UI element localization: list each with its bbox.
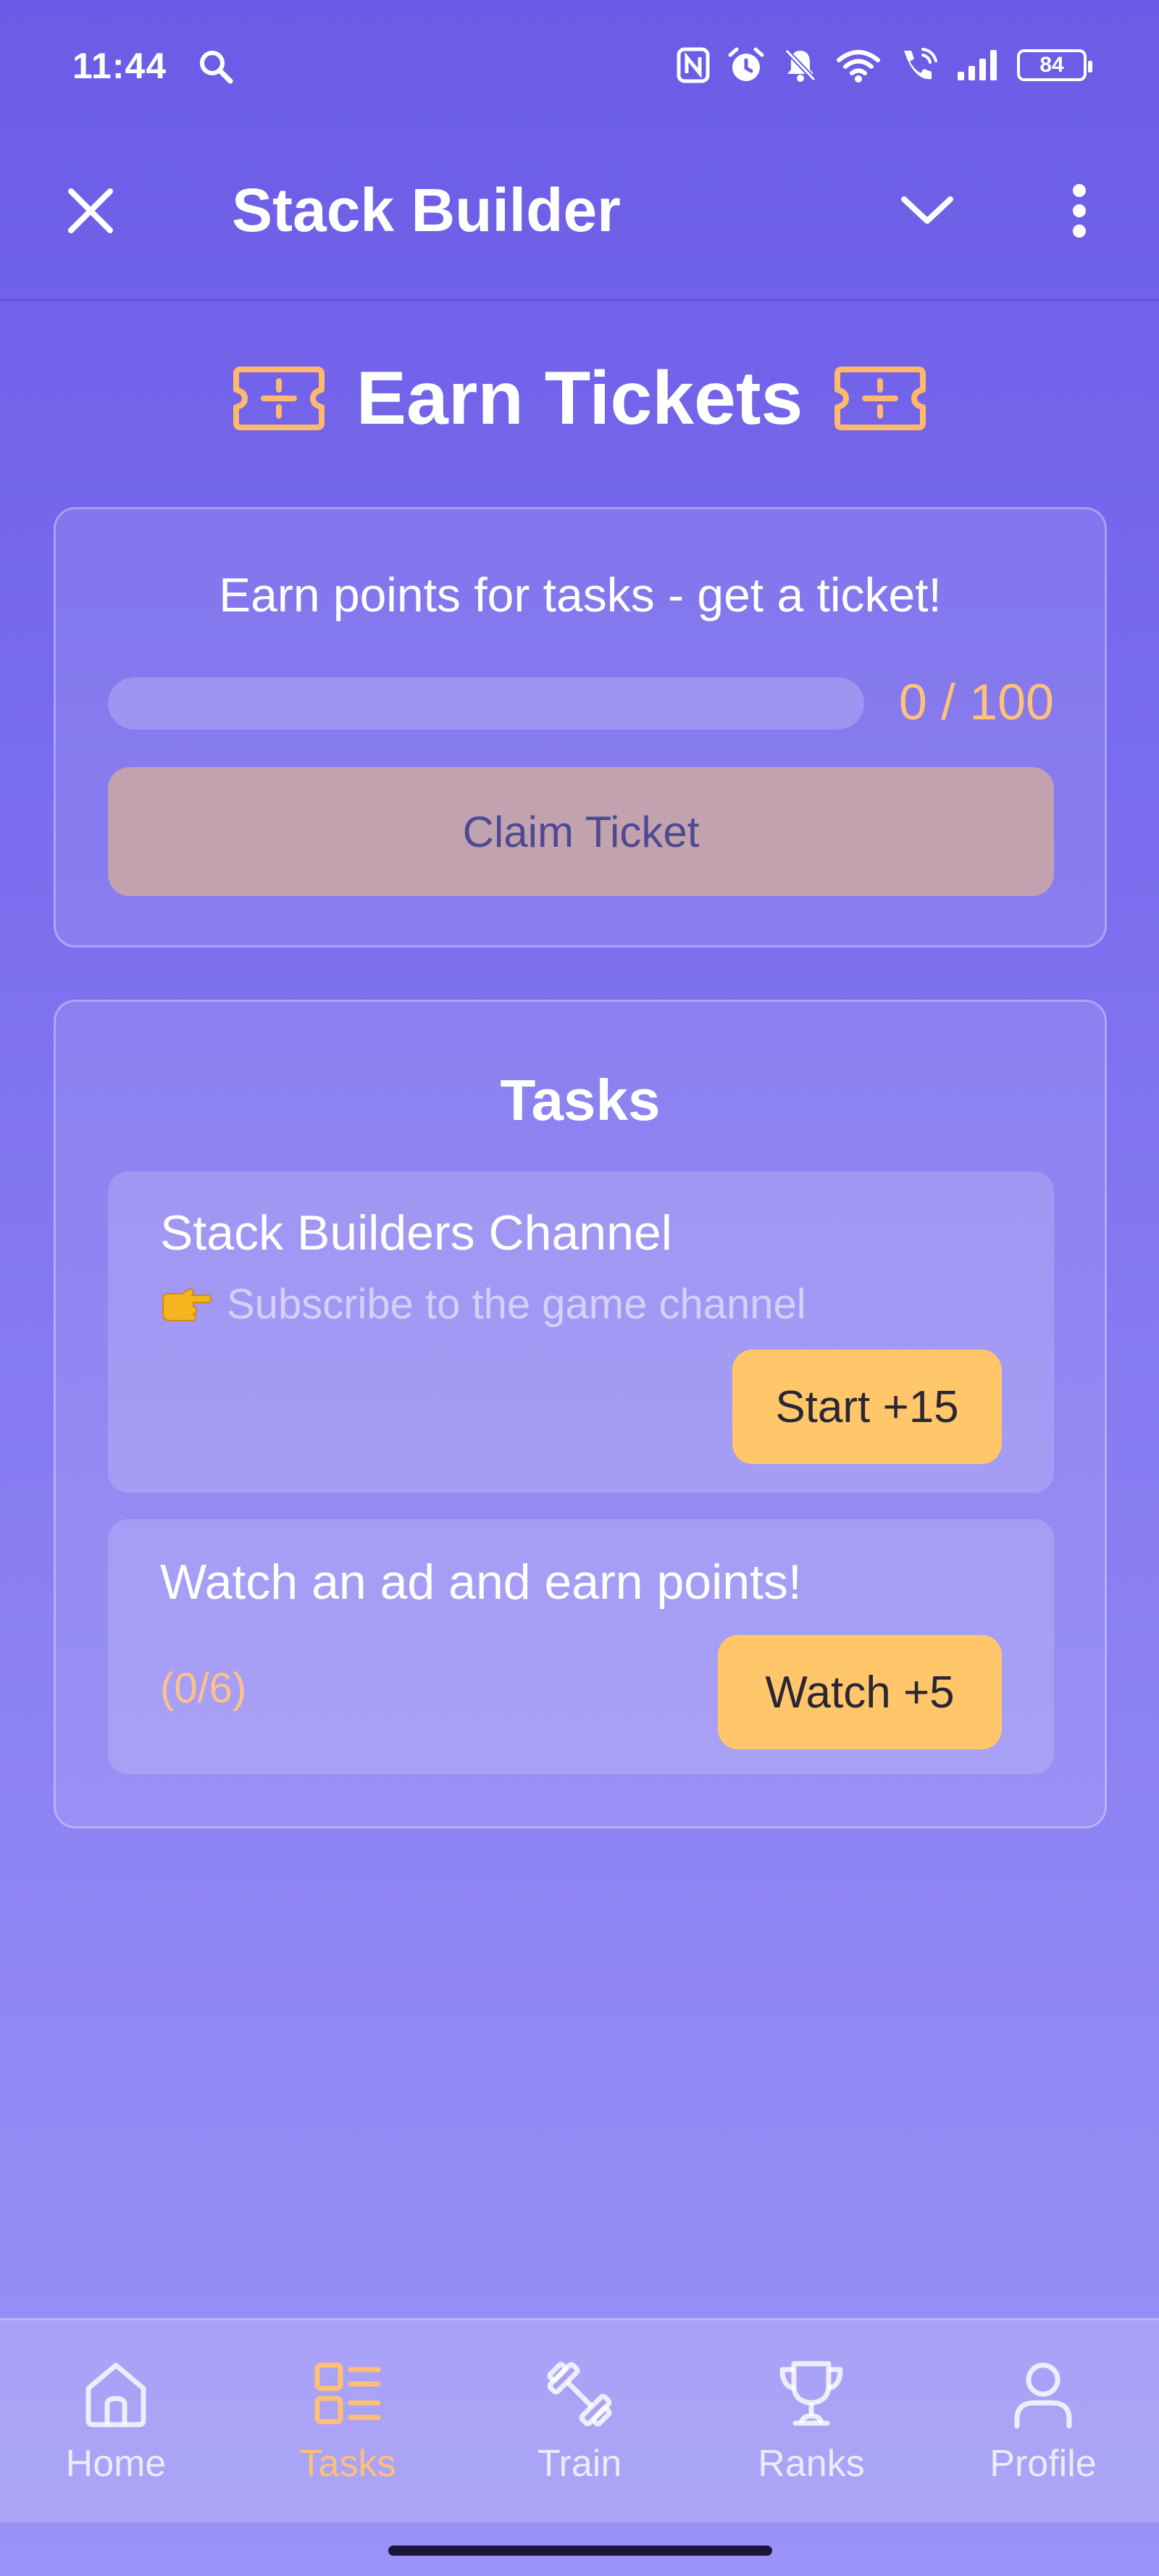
nav-item-ranks[interactable]: Ranks [695, 2320, 927, 2522]
home-indicator[interactable] [388, 2546, 772, 2556]
claim-ticket-button[interactable]: Claim Ticket [108, 767, 1054, 896]
close-icon [68, 188, 113, 233]
earn-points-card: Earn points for tasks - get a ticket! 0 … [54, 507, 1107, 948]
task-name: Watch an ad and earn points! [160, 1555, 802, 1610]
battery-icon: 84 [1017, 49, 1092, 81]
ticket-icon [233, 367, 325, 430]
watch-ad-button[interactable]: Watch +5 [718, 1635, 1002, 1749]
battery-level: 84 [1039, 53, 1064, 77]
more-vertical-icon [1073, 184, 1086, 238]
wifi-icon [837, 50, 880, 83]
task-name: Stack Builders Channel [160, 1205, 672, 1260]
profile-icon [1014, 2362, 1072, 2429]
ticket-icon [834, 367, 926, 430]
tasks-card: Tasks Stack Builders Channel Subscribe t… [54, 1000, 1107, 1828]
task-item-watch-ad: Watch an ad and earn points! (0/6) Watch… [108, 1519, 1054, 1774]
search-icon [200, 51, 233, 84]
task-item-channel: Stack Builders Channel Subscribe to the … [108, 1171, 1054, 1493]
status-icons: 84 [677, 45, 1092, 85]
signal-icon [958, 50, 997, 80]
pointing-hand-icon [162, 1287, 212, 1321]
status-bar: 11:44 84 [0, 0, 1159, 135]
page-title-row: Earn Tickets [0, 348, 1159, 449]
points-progress-bar [108, 677, 864, 729]
nav-item-profile[interactable]: Profile [927, 2320, 1159, 2522]
page-title: Earn Tickets [356, 356, 803, 440]
nav-item-home[interactable]: Home [0, 2320, 232, 2522]
alarm-icon [728, 47, 764, 81]
nfc-icon [677, 47, 710, 83]
wifi-call-icon [904, 48, 937, 80]
tasks-title: Tasks [500, 1068, 661, 1132]
collapse-button[interactable] [891, 178, 963, 243]
points-progress-text: 0 / 100 [898, 674, 1054, 730]
nav-label-profile: Profile [989, 2443, 1097, 2485]
dumbbell-icon [547, 2362, 612, 2427]
app-header: Stack Builder [0, 135, 1159, 301]
status-time: 11:44 [72, 46, 167, 86]
nav-label-tasks: Tasks [299, 2443, 396, 2485]
bell-off-icon [784, 49, 816, 82]
task-description-text: Subscribe to the game channel [227, 1281, 806, 1328]
task-progress: (0/6) [160, 1665, 247, 1712]
home-icon [85, 2362, 146, 2427]
tasks-icon [314, 2362, 381, 2425]
nav-item-tasks[interactable]: Tasks [232, 2320, 464, 2522]
bottom-nav: Home Tasks Train Ranks Profile [0, 2318, 1159, 2522]
nav-label-home: Home [65, 2443, 167, 2485]
task-description: Subscribe to the game channel [160, 1280, 806, 1329]
chevron-down-icon [901, 196, 953, 224]
earn-subtitle: Earn points for tasks - get a ticket! [219, 568, 942, 622]
start-task-button[interactable]: Start +15 [732, 1350, 1002, 1464]
nav-item-train[interactable]: Train [464, 2320, 695, 2522]
trophy-icon [779, 2361, 843, 2426]
nav-label-train: Train [537, 2443, 622, 2485]
app-title: Stack Builder [232, 176, 621, 244]
close-button[interactable] [58, 178, 123, 243]
more-options-button[interactable] [1050, 178, 1108, 243]
nav-label-ranks: Ranks [758, 2443, 865, 2485]
